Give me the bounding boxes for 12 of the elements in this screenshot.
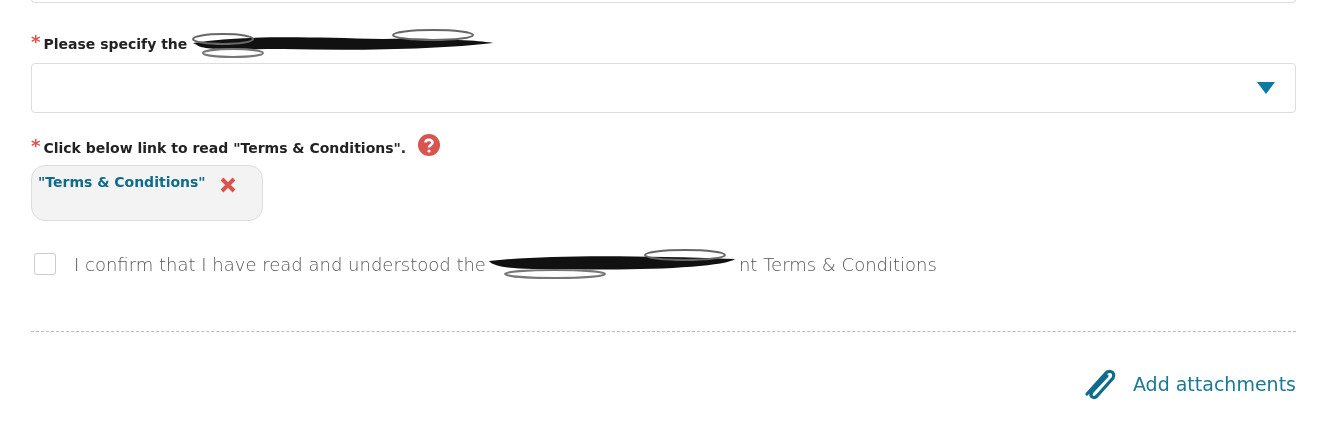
field-label: Please specify the bbox=[43, 36, 188, 52]
required-marker: * bbox=[31, 135, 41, 156]
checkbox-label: nt Terms & Conditions bbox=[738, 253, 937, 275]
help-icon[interactable] bbox=[418, 134, 441, 156]
close-icon[interactable] bbox=[219, 177, 236, 193]
checkbox-label: I confirm that I have read and understood the bbox=[74, 253, 486, 275]
field-label: Click below link to read "Terms & Conditions". bbox=[43, 140, 407, 156]
terms-link[interactable]: "Terms & Conditions" bbox=[38, 174, 206, 190]
checkbox[interactable] bbox=[34, 253, 56, 275]
add-attachments-link[interactable]: Add attachments bbox=[1080, 366, 1296, 402]
required-marker: * bbox=[31, 31, 41, 52]
caret-icon bbox=[1257, 82, 1275, 94]
